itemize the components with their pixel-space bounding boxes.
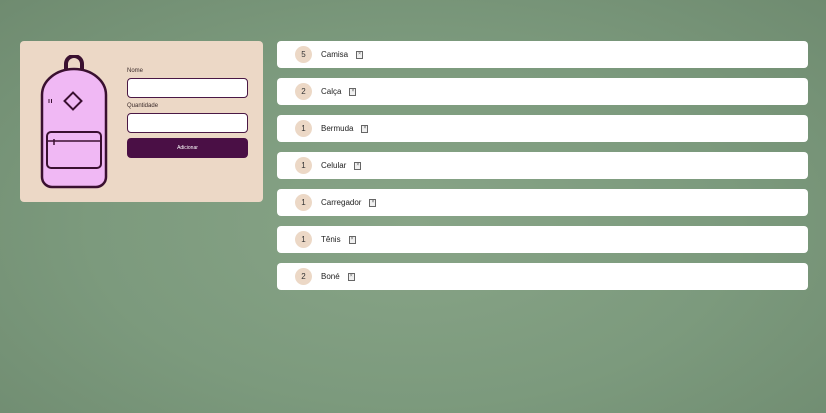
item-name: Tênis [321, 235, 341, 244]
delete-icon[interactable]: × [369, 198, 377, 207]
quantity-badge: 5 [295, 46, 312, 63]
add-item-card: Nome Quantidade Adicionar [20, 41, 263, 202]
add-button[interactable]: Adicionar [127, 138, 248, 158]
delete-icon[interactable]: × [354, 161, 362, 170]
item-name: Camisa [321, 50, 349, 59]
list-item: 2 Boné × [277, 263, 808, 290]
delete-icon[interactable]: × [361, 124, 369, 133]
name-label: Nome [127, 68, 144, 74]
list-item: 1 Tênis × [277, 226, 808, 253]
list-item: 1 Bermuda × [277, 115, 808, 142]
item-name: Carregador [321, 198, 362, 207]
quantity-badge: 1 [295, 120, 312, 137]
add-item-form: Nome Quantidade Adicionar [127, 68, 249, 158]
list-item: 1 Carregador × [277, 189, 808, 216]
quantity-badge: 2 [295, 268, 312, 285]
delete-icon[interactable]: × [349, 87, 357, 96]
quantity-label: Quantidade [127, 103, 159, 109]
quantity-badge: 2 [295, 83, 312, 100]
delete-icon[interactable]: × [347, 272, 355, 281]
quantity-badge: 1 [295, 231, 312, 248]
item-name: Calça [321, 87, 342, 96]
name-input[interactable] [127, 78, 248, 98]
item-name: Celular [321, 161, 347, 170]
list-item: 1 Celular × [277, 152, 808, 179]
quantity-badge: 1 [295, 194, 312, 211]
item-name: Bermuda [321, 124, 354, 133]
quantity-input[interactable] [127, 113, 248, 133]
delete-icon[interactable]: × [348, 235, 356, 244]
quantity-badge: 1 [295, 157, 312, 174]
delete-icon[interactable]: × [356, 50, 364, 59]
list-item: 5 Camisa × [277, 41, 808, 68]
item-list: 5 Camisa × 2 Calça × 1 Bermuda × 1 Celul… [277, 41, 808, 300]
item-name: Boné [321, 272, 340, 281]
list-item: 2 Calça × [277, 78, 808, 105]
backpack-icon [40, 55, 108, 189]
